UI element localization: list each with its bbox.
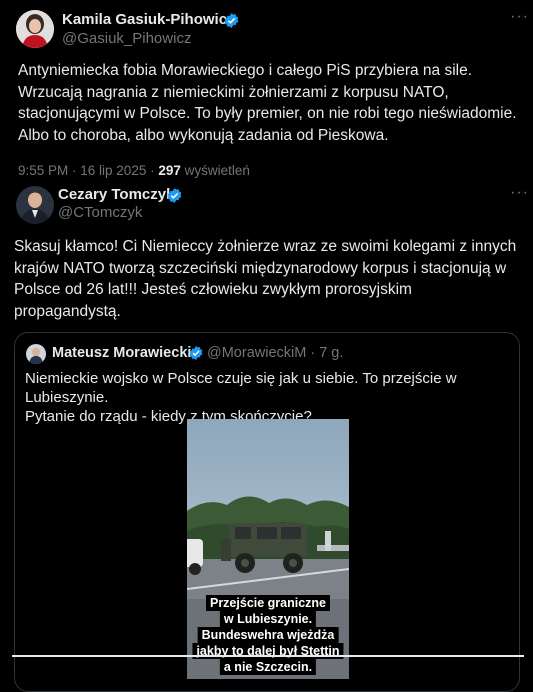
video-progress-bar[interactable]	[12, 655, 524, 657]
quote-author-name: Mateusz Morawiecki	[52, 345, 192, 361]
tweet-line: Wrzucają nagrania z niemieckimi żołnierz…	[18, 83, 449, 101]
quote-text: Niemieckie wojsko w Polsce czuje się jak…	[25, 369, 515, 426]
tweet-line: stacjonującymi w Polsce. To były premier…	[18, 105, 517, 122]
reply-line: Skasuj kłamco! Ci Niemieccy żołnierze wr…	[14, 238, 517, 255]
reply-author-name[interactable]: Cezary Tomczyk	[58, 186, 174, 203]
views-count: 297	[158, 163, 181, 178]
tweet-timestamp[interactable]: 9:55 PM · 16 lip 2025 ·	[18, 163, 158, 178]
quote-handle: @MorawieckiM	[207, 345, 307, 361]
verified-badge-icon	[223, 12, 240, 34]
verified-badge-icon	[188, 345, 204, 366]
author-name[interactable]: Kamila Gasiuk-Pihowicz	[62, 11, 235, 28]
avatar-mateusz	[26, 344, 46, 364]
reply-line: Polsce od 26 lat!!! Jesteś człowieku zwy…	[14, 281, 412, 298]
quote-time: · 7 g.	[310, 345, 344, 361]
tweet-line: Antyniemiecka fobia Morawieckiego i całe…	[18, 62, 473, 79]
more-horizontal-icon[interactable]: ···	[510, 8, 529, 26]
quote-line: Niemieckie wojsko w Polsce czuje się jak…	[25, 370, 457, 406]
video-caption-2: w Lubieszynie.	[219, 611, 317, 627]
video-caption-1: Przejście graniczne	[205, 595, 331, 611]
author-handle[interactable]: @Gasiuk_Pihowicz	[62, 30, 191, 47]
views-label: wyświetleń	[180, 163, 250, 178]
avatar-kamila[interactable]	[16, 10, 54, 48]
verified-badge-icon	[166, 187, 183, 209]
avatar-cezary[interactable]	[16, 186, 54, 224]
more-horizontal-icon[interactable]: ···	[510, 184, 529, 202]
video-player[interactable]: Przejście graniczne w Lubieszynie. Bunde…	[187, 419, 349, 679]
quote-author-handle: @MorawieckiM · 7 g.	[207, 345, 343, 361]
reply-line: krajów NATO tworzą szczeciński międzynar…	[14, 259, 507, 277]
tweet-text: Antyniemiecka fobia Morawieckiego i całe…	[18, 60, 523, 146]
tweet-line: Albo to choroba, albo wykonują zadania o…	[18, 126, 389, 144]
video-caption-3: Bundeswehra wjeżdża	[197, 627, 339, 643]
tweet-meta: 9:55 PM · 16 lip 2025 · 297 wyświetleń	[18, 163, 250, 178]
video-caption-5: a nie Szczecin.	[219, 659, 317, 675]
reply-text: Skasuj kłamco! Ci Niemieccy żołnierze wr…	[14, 236, 524, 322]
reply-line: propagandystą.	[14, 302, 121, 320]
reply-author-handle[interactable]: @CTomczyk	[58, 204, 142, 221]
